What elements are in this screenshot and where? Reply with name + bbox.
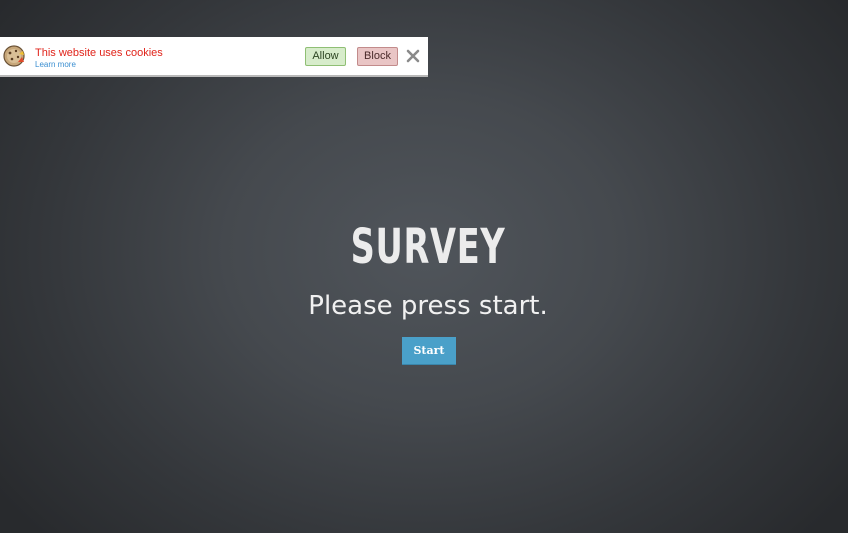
start-button[interactable]: Start bbox=[402, 337, 456, 365]
allow-cookies-button[interactable]: Allow bbox=[305, 47, 346, 66]
page-title: SURVEY bbox=[350, 219, 506, 275]
close-icon[interactable] bbox=[406, 49, 420, 63]
start-prompt: Please press start. bbox=[308, 291, 548, 321]
block-cookies-button[interactable]: Block bbox=[357, 47, 398, 66]
cookie-message: This website uses cookies bbox=[35, 47, 163, 59]
cookie-icon bbox=[3, 45, 25, 67]
learn-more-link[interactable]: Learn more bbox=[35, 60, 76, 70]
cookie-banner: This website uses cookies Learn more All… bbox=[0, 37, 428, 77]
